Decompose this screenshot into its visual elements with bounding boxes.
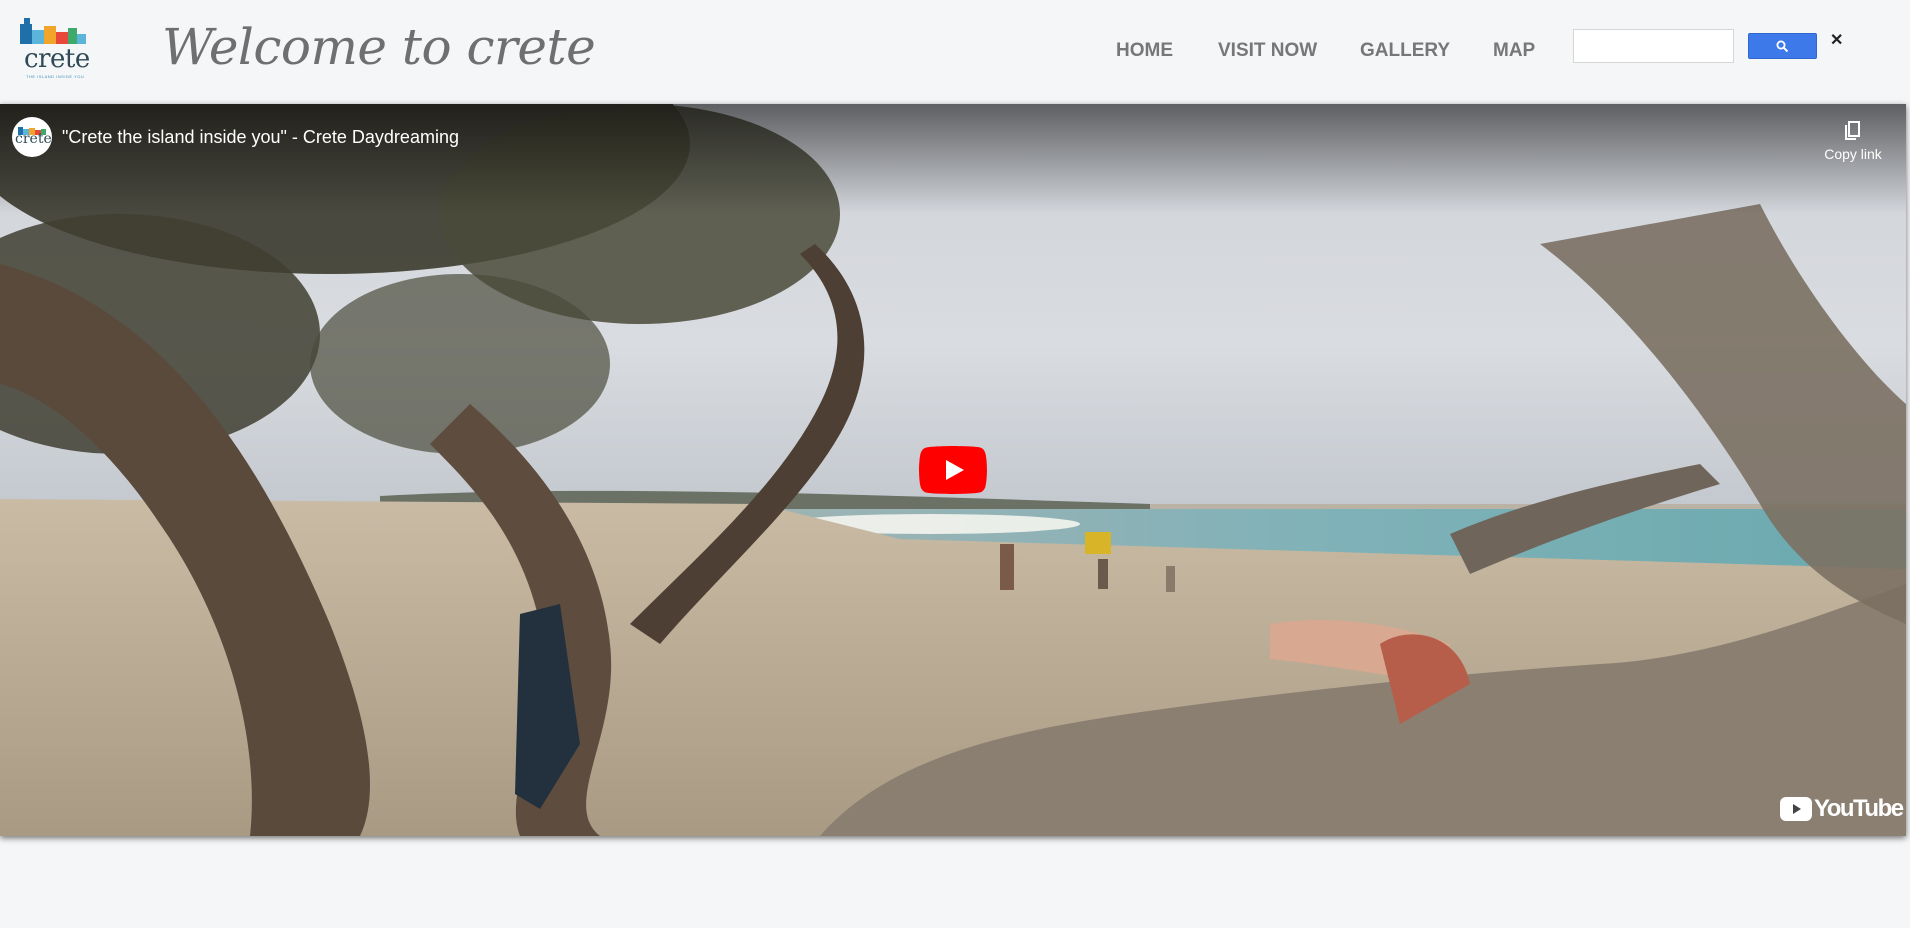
youtube-play-logo-icon bbox=[1780, 797, 1812, 821]
logo-tagline: THE ISLAND INSIDE YOU bbox=[26, 74, 85, 79]
youtube-logo[interactable]: YouTube bbox=[1780, 794, 1904, 822]
site-logo[interactable]: crete THE ISLAND INSIDE YOU bbox=[20, 18, 90, 82]
title-overlay-gradient bbox=[0, 104, 1906, 214]
nav-gallery-link[interactable]: GALLERY bbox=[1360, 40, 1450, 62]
search-button[interactable] bbox=[1748, 33, 1817, 59]
copy-link-label: Copy link bbox=[1824, 146, 1882, 162]
channel-avatar[interactable]: crete bbox=[12, 117, 52, 157]
page-title: Welcome to crete bbox=[162, 18, 596, 76]
nav-map-link[interactable]: MAP bbox=[1493, 40, 1535, 62]
search-icon bbox=[1776, 40, 1789, 52]
video-title[interactable]: "Crete the island inside you" - Crete Da… bbox=[62, 127, 459, 148]
copy-icon bbox=[1845, 121, 1860, 140]
play-icon[interactable] bbox=[919, 446, 987, 494]
logo-graphic bbox=[20, 18, 86, 44]
avatar-word: crete bbox=[15, 131, 52, 147]
site-header: crete THE ISLAND INSIDE YOU Welcome to c… bbox=[0, 0, 1906, 104]
nav-visit-now-link[interactable]: VISIT NOW bbox=[1218, 40, 1317, 62]
copy-link-button[interactable]: Copy link bbox=[1824, 116, 1882, 166]
search-input[interactable] bbox=[1573, 29, 1734, 63]
youtube-logo-text: YouTube bbox=[1814, 795, 1904, 822]
close-icon[interactable]: ✕ bbox=[1830, 30, 1843, 50]
nav-home-link[interactable]: HOME bbox=[1116, 40, 1173, 62]
logo-word: crete bbox=[24, 44, 90, 74]
youtube-video-embed[interactable]: crete "Crete the island inside you" - Cr… bbox=[0, 104, 1906, 836]
